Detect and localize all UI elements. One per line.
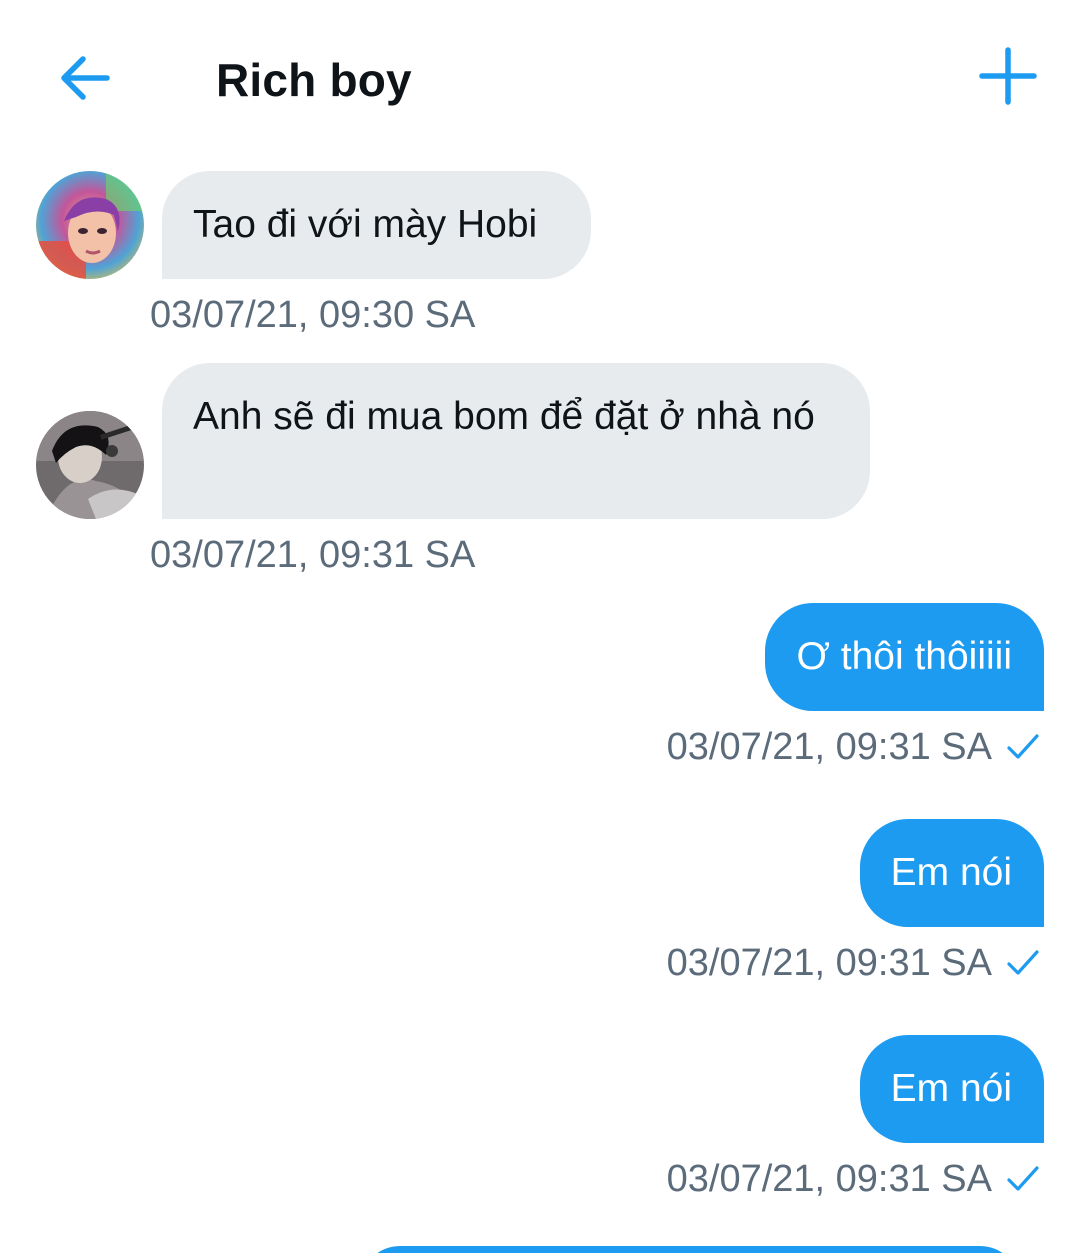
plus-icon	[978, 46, 1038, 111]
message-bubble-incoming[interactable]: Anh sẽ đi mua bom để đặt ở nhà nó	[162, 363, 870, 519]
message-timestamp: 03/07/21, 09:30 SA	[150, 294, 476, 336]
conversation-header: Rich boy	[0, 0, 1080, 160]
message-timestamp: 03/07/21, 09:31 SA	[666, 1158, 992, 1200]
message-text: Em nói	[890, 851, 1012, 894]
message-timestamp: 03/07/21, 09:31 SA	[666, 942, 992, 984]
message-text: Ơ thôi thôiiiii	[796, 635, 1012, 678]
avatar-colorful	[36, 171, 144, 279]
conversation-title: Rich boy	[216, 54, 412, 106]
conversation-screen: Rich boy Tao đi với mày Hobi 03/07/21, 0…	[0, 0, 1080, 1253]
message-meta: 03/07/21, 09:31 SA	[667, 724, 1040, 770]
avatar[interactable]	[36, 171, 144, 279]
message-meta: 03/07/21, 09:31 SA	[667, 940, 1040, 986]
avatar[interactable]	[36, 411, 144, 519]
message-text: Anh sẽ đi mua bom để đặt ở nhà nó	[193, 395, 815, 438]
message-meta: 03/07/21, 09:31 SA	[667, 1156, 1040, 1202]
arrow-left-icon	[57, 50, 113, 111]
add-button[interactable]	[972, 42, 1044, 114]
back-button[interactable]	[50, 45, 120, 115]
message-text: Em nói	[890, 1067, 1012, 1110]
message-timestamp: 03/07/21, 09:31 SA	[150, 534, 476, 576]
message-bubble-outgoing-partial[interactable]	[360, 1246, 1020, 1253]
message-bubble-outgoing[interactable]: Em nói	[859, 819, 1044, 927]
message-bubble-incoming[interactable]: Tao đi với mày Hobi	[162, 171, 591, 279]
check-icon	[1006, 1164, 1040, 1194]
avatar-dark	[36, 411, 144, 519]
message-bubble-outgoing[interactable]: Em nói	[859, 1035, 1044, 1143]
message-bubble-outgoing[interactable]: Ơ thôi thôiiiii	[765, 603, 1044, 711]
message-timestamp: 03/07/21, 09:31 SA	[666, 726, 992, 768]
check-icon	[1006, 732, 1040, 762]
check-icon	[1006, 948, 1040, 978]
message-text: Tao đi với mày Hobi	[193, 203, 538, 246]
